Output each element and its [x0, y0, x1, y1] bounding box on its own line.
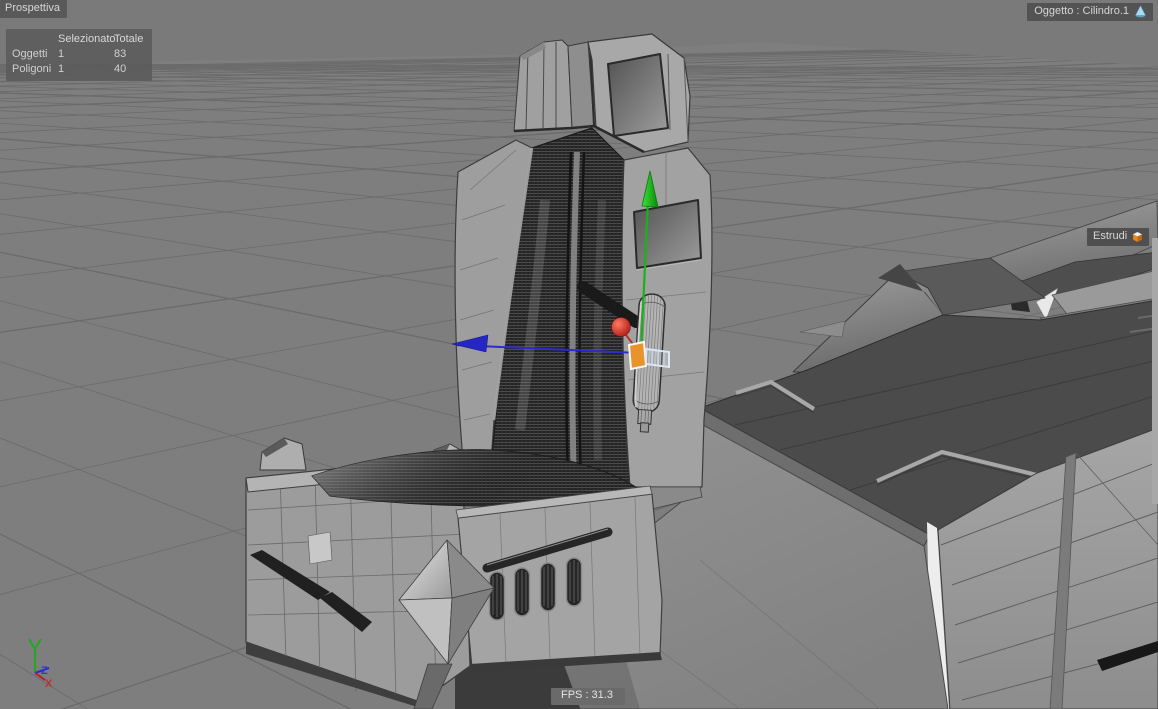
stats-col-total: Totale	[114, 33, 144, 45]
z-axis-label: Z	[41, 665, 48, 677]
extrude-cube-icon	[1132, 231, 1143, 242]
tool-hint-text: Estrudi	[1093, 230, 1128, 242]
stats-row-polygons-total: 40	[114, 63, 127, 75]
stats-col-selected: Selezionato	[58, 33, 116, 45]
stats-row-objects-total: 83	[114, 48, 127, 60]
stats-row-polygons-label: Poligoni	[12, 63, 52, 75]
scene-canvas[interactable]: Z X	[0, 0, 1158, 709]
active-object-text: Oggetto : Cilindro.1	[1034, 5, 1129, 17]
stats-row-objects-selected: 1	[58, 48, 65, 60]
selection-stats-panel: Selezionato Totale Oggetti 1 83 Poligoni…	[6, 29, 152, 81]
active-object-label: Oggetto : Cilindro.1	[1027, 3, 1153, 21]
fps-counter: FPS : 31.3	[551, 688, 625, 705]
cylinder-cone-icon	[1135, 5, 1146, 18]
viewport-3d[interactable]: Z X Prospettiva Selezionato Totale Ogget…	[0, 0, 1158, 709]
stats-row-polygons-selected: 1	[58, 63, 65, 75]
view-mode-label[interactable]: Prospettiva	[0, 0, 68, 18]
tool-hint-label: Estrudi	[1087, 228, 1150, 246]
x-axis-label: X	[45, 678, 53, 690]
stats-row-objects-label: Oggetti	[12, 48, 48, 60]
